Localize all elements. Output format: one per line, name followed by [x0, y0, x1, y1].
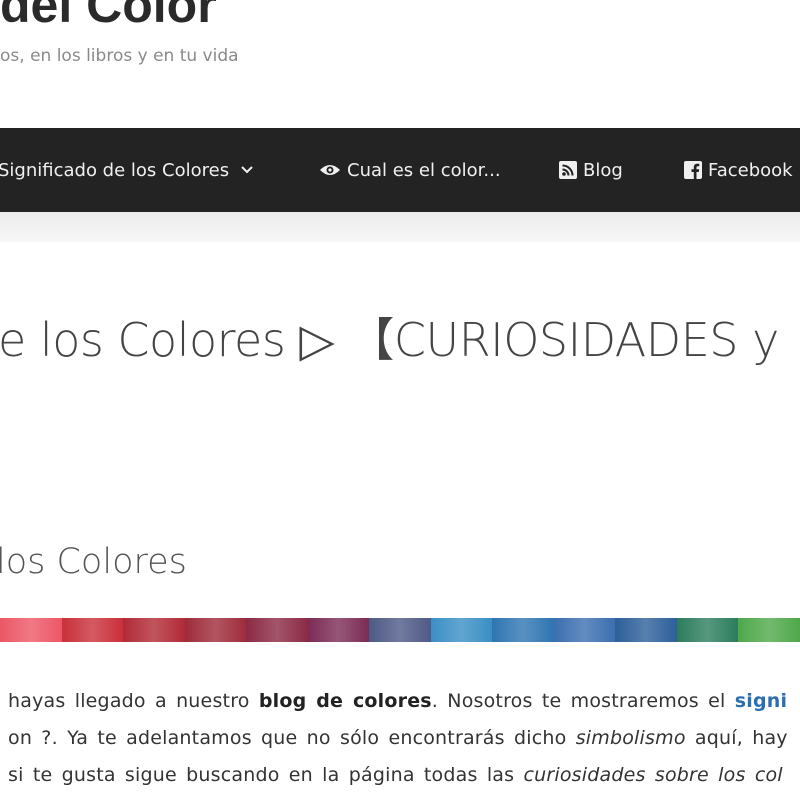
header-divider — [0, 212, 800, 242]
nav-item-blog[interactable]: Blog — [559, 128, 623, 212]
bold-text-blog-de-colores: blog de colores — [258, 690, 432, 712]
color-swatch — [553, 618, 616, 642]
site-title[interactable]: del Color — [0, 0, 217, 33]
nav-item-significado[interactable]: Significado de los Colores — [0, 128, 253, 212]
eye-icon — [319, 163, 341, 177]
color-palette-strip — [0, 618, 800, 642]
intro-paragraph-line-1: hayas llegado a nuestro blog de colores.… — [8, 690, 788, 712]
chevron-down-icon — [241, 166, 253, 174]
color-swatch — [184, 618, 247, 642]
color-swatch — [430, 618, 493, 642]
section-title: los Colores — [0, 542, 187, 582]
color-swatch — [615, 618, 677, 642]
color-swatch — [738, 618, 800, 642]
color-swatch — [246, 618, 308, 642]
site-tagline: os, en los libros y en tu vida — [0, 46, 239, 66]
color-swatch — [61, 618, 124, 642]
color-swatch — [492, 618, 554, 642]
intro-paragraph-line-2: on ?. Ya te adelantamos que no sólo enco… — [8, 727, 788, 749]
italic-text-curiosidades: curiosidades sobre los col — [523, 764, 783, 786]
facebook-icon — [684, 161, 702, 179]
color-swatch — [0, 618, 62, 642]
color-swatch — [676, 618, 739, 642]
nav-item-cual-es-el-color[interactable]: Cual es el color... — [319, 128, 501, 212]
page-title: e los Colores ▷ 【CURIOSIDADES y — [0, 313, 779, 367]
color-swatch — [123, 618, 185, 642]
main-navigation: Significado de los Colores Cual es el co… — [0, 128, 800, 212]
italic-text-simbolismo: simbolismo — [575, 727, 686, 749]
link-significado[interactable]: signi — [735, 690, 787, 712]
color-swatch — [369, 618, 431, 642]
nav-item-label: Facebook — [708, 159, 793, 181]
nav-item-label: Significado de los Colores — [0, 159, 230, 181]
nav-item-facebook[interactable]: Facebook — [684, 128, 793, 212]
color-swatch — [307, 618, 370, 642]
nav-item-label: Cual es el color... — [347, 159, 501, 181]
rss-icon — [559, 161, 577, 179]
intro-paragraph-line-3: si te gusta sigue buscando en la página … — [8, 764, 783, 786]
nav-item-label: Blog — [583, 159, 623, 181]
